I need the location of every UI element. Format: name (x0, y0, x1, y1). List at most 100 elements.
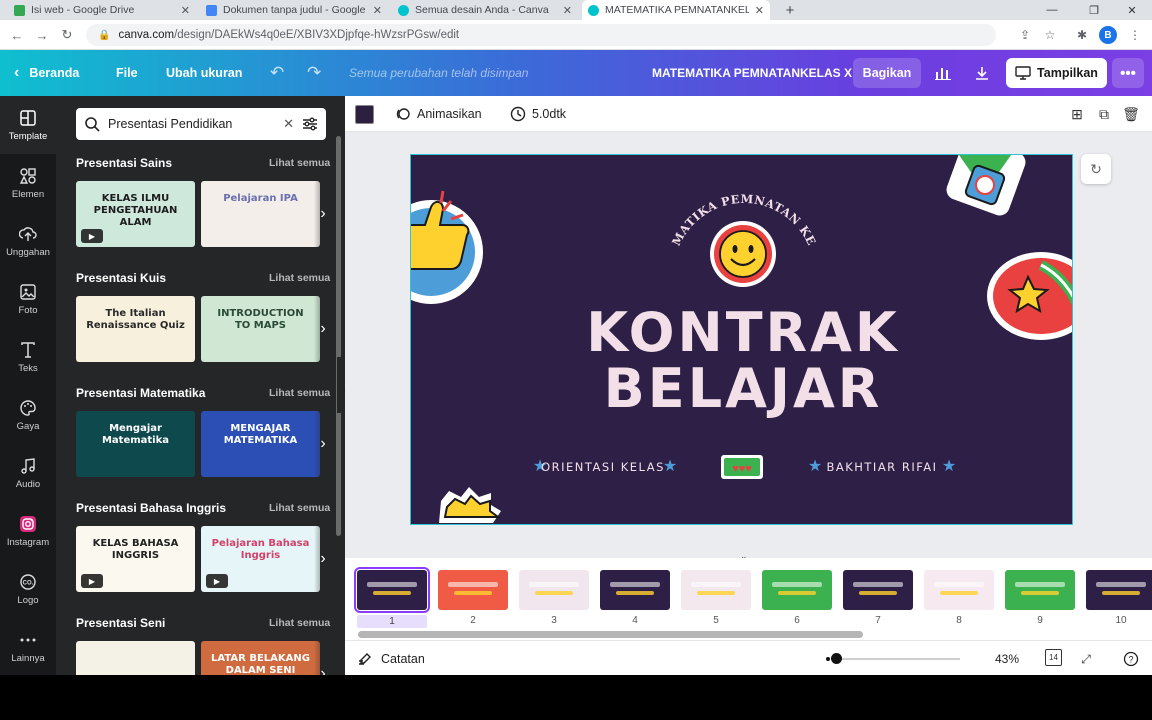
hearts-badge[interactable]: ♥♥♥ (721, 455, 763, 479)
undo-icon[interactable]: ↶ (270, 63, 284, 83)
minimize-icon[interactable]: — (1032, 0, 1072, 20)
add-page-icon[interactable]: ⊞ (1068, 105, 1086, 123)
close-tab-icon[interactable]: ✕ (181, 4, 190, 17)
background-color-swatch[interactable] (355, 105, 374, 124)
page-thumbnail[interactable] (1005, 570, 1075, 610)
present-button[interactable]: Tampilkan (1006, 58, 1107, 88)
page-thumbnail[interactable] (438, 570, 508, 610)
slide-title-line-2[interactable]: BELAJAR (604, 357, 883, 420)
home-button[interactable]: ‹ Beranda (14, 50, 79, 96)
sidebar-item-instagram[interactable]: Instagram (0, 502, 56, 560)
sidebar-item-style[interactable]: Gaya (0, 386, 56, 444)
resize-button[interactable]: Ubah ukuran (166, 50, 242, 96)
see-all-link[interactable]: Lihat semua (269, 387, 330, 399)
see-all-link[interactable]: Lihat semua (269, 617, 330, 629)
close-tab-icon[interactable]: ✕ (755, 4, 764, 17)
see-all-link[interactable]: Lihat semua (269, 502, 330, 514)
page-grid-button[interactable]: 14 (1045, 649, 1062, 666)
file-menu-button[interactable]: File (116, 50, 138, 96)
back-arrow-icon[interactable]: ← (8, 26, 26, 44)
sidebar-item-text[interactable]: Teks (0, 328, 56, 386)
chevron-right-icon[interactable]: › (314, 296, 332, 362)
clear-search-icon[interactable]: ✕ (283, 116, 294, 132)
fullscreen-expand-icon[interactable]: ⤢ (1076, 649, 1096, 669)
help-icon[interactable]: ? (1121, 649, 1141, 669)
sidebar-item-more[interactable]: Lainnya (0, 618, 56, 675)
chevron-right-icon[interactable]: › (314, 181, 332, 247)
template-thumbnail[interactable] (76, 641, 195, 675)
redo-icon[interactable]: ↷ (307, 63, 321, 83)
zoom-slider-track[interactable] (835, 658, 960, 660)
template-thumbnail[interactable]: Mengajar Matematika (76, 411, 195, 477)
page-strip-scrollbar[interactable] (358, 631, 863, 638)
slide-right-caption[interactable]: BAKHTIAR RIFAI (826, 460, 937, 474)
close-tab-icon[interactable]: ✕ (563, 4, 572, 17)
bookmark-star-icon[interactable]: ☆ (1041, 26, 1059, 44)
template-thumbnail[interactable]: INTRODUCTION TO MAPS (201, 296, 320, 362)
download-icon[interactable] (967, 58, 997, 88)
duration-button[interactable]: 5.0dtk (510, 96, 566, 132)
template-search-input[interactable]: Presentasi Pendidikan ✕ (76, 108, 326, 140)
page-thumbnail[interactable] (762, 570, 832, 610)
template-thumbnail[interactable]: KELAS ILMU PENGETAHUAN ALAM ▶ (76, 181, 195, 247)
address-bar[interactable]: 🔒 canva.com/design/DAEkWs4q0eE/XBIV3XDjp… (86, 24, 996, 46)
slide-title-line-1[interactable]: KONTRAK (586, 301, 900, 364)
zoom-slider-handle[interactable] (831, 653, 842, 664)
template-thumbnail[interactable]: MENGAJAR MATEMATIKA (201, 411, 320, 477)
filter-sliders-icon[interactable] (302, 117, 318, 131)
chevron-right-icon[interactable]: › (314, 411, 332, 477)
reload-icon[interactable]: ↻ (58, 26, 76, 44)
new-tab-icon[interactable]: + (781, 0, 799, 20)
shooting-star-sticker[interactable] (987, 252, 1073, 340)
template-thumbnail[interactable]: Pelajaran IPA (201, 181, 320, 247)
share-button[interactable]: Bagikan (853, 58, 921, 88)
duplicate-page-icon[interactable]: ⧉ (1095, 105, 1113, 123)
sidebar-item-upload[interactable]: Unggahan (0, 212, 56, 270)
page-thumbnail[interactable] (924, 570, 994, 610)
browser-tab-drive[interactable]: Isi web - Google Drive ✕ (8, 0, 196, 20)
thumbs-up-sticker[interactable] (411, 190, 483, 304)
insights-chart-icon[interactable] (928, 58, 958, 88)
page-thumbnail[interactable] (681, 570, 751, 610)
browser-menu-icon[interactable]: ⋮ (1126, 26, 1144, 44)
canvas-vertical-scrollbar[interactable] (1142, 132, 1150, 558)
share-page-icon[interactable]: ⇪ (1016, 26, 1034, 44)
medal-sticker[interactable] (944, 155, 1029, 218)
sidebar-item-photo[interactable]: Foto (0, 270, 56, 328)
template-thumbnail[interactable]: LATAR BELAKANG DALAM SENI PAHAT (201, 641, 320, 675)
zoom-level[interactable]: 43% (995, 641, 1019, 675)
page-thumbnail[interactable] (1086, 570, 1152, 610)
slide-left-caption[interactable]: ORIENTASI KELAS (541, 460, 665, 474)
page-thumbnail[interactable] (600, 570, 670, 610)
document-title[interactable]: MATEMATIKA PEMNATANKELAS X (652, 50, 852, 96)
chevron-right-icon[interactable]: › (314, 526, 332, 592)
restore-icon[interactable]: ❐ (1074, 0, 1114, 20)
notes-button[interactable]: Catatan (357, 641, 425, 675)
sun-sticker[interactable] (439, 487, 501, 523)
slide-canvas[interactable]: MATEMATIKA PEMNATAN KELAS X KONTRAK BELA… (410, 154, 1073, 525)
smiley-face-sticker[interactable] (710, 221, 776, 287)
sidebar-item-elements[interactable]: Elemen (0, 154, 56, 212)
chevron-right-icon[interactable]: › (314, 641, 332, 675)
page-thumbnail[interactable] (354, 567, 430, 613)
profile-avatar[interactable]: B (1099, 26, 1117, 44)
template-thumbnail[interactable]: Pelajaran Bahasa Inggris ▶ (201, 526, 320, 592)
trash-icon[interactable]: 🗑 (1122, 105, 1140, 123)
browser-tab-canva-designs[interactable]: Semua desain Anda - Canva ✕ (392, 0, 578, 20)
page-thumbnail[interactable] (519, 570, 589, 610)
see-all-link[interactable]: Lihat semua (269, 272, 330, 284)
close-window-icon[interactable]: ✕ (1112, 0, 1152, 20)
sidebar-item-audio[interactable]: Audio (0, 444, 56, 502)
sidebar-item-logo[interactable]: CO. Logo (0, 560, 56, 618)
animate-button[interactable]: Animasikan (395, 96, 482, 132)
extensions-puzzle-icon[interactable]: ✱ (1073, 26, 1091, 44)
sidebar-item-template[interactable]: Template (0, 96, 56, 154)
template-thumbnail[interactable]: The Italian Renaissance Quiz (76, 296, 195, 362)
browser-tab-docs[interactable]: Dokumen tanpa judul - Google D ✕ (200, 0, 388, 20)
page-thumbnail[interactable] (843, 570, 913, 610)
refresh-icon[interactable]: ↻ (1081, 154, 1111, 184)
browser-tab-active[interactable]: MATEMATIKA PEMNATANKELAS ✕ (582, 0, 770, 20)
forward-arrow-icon[interactable]: → (33, 26, 51, 44)
panel-scrollbar[interactable] (336, 136, 341, 536)
template-thumbnail[interactable]: KELAS BAHASA INGGRIS ▶ (76, 526, 195, 592)
